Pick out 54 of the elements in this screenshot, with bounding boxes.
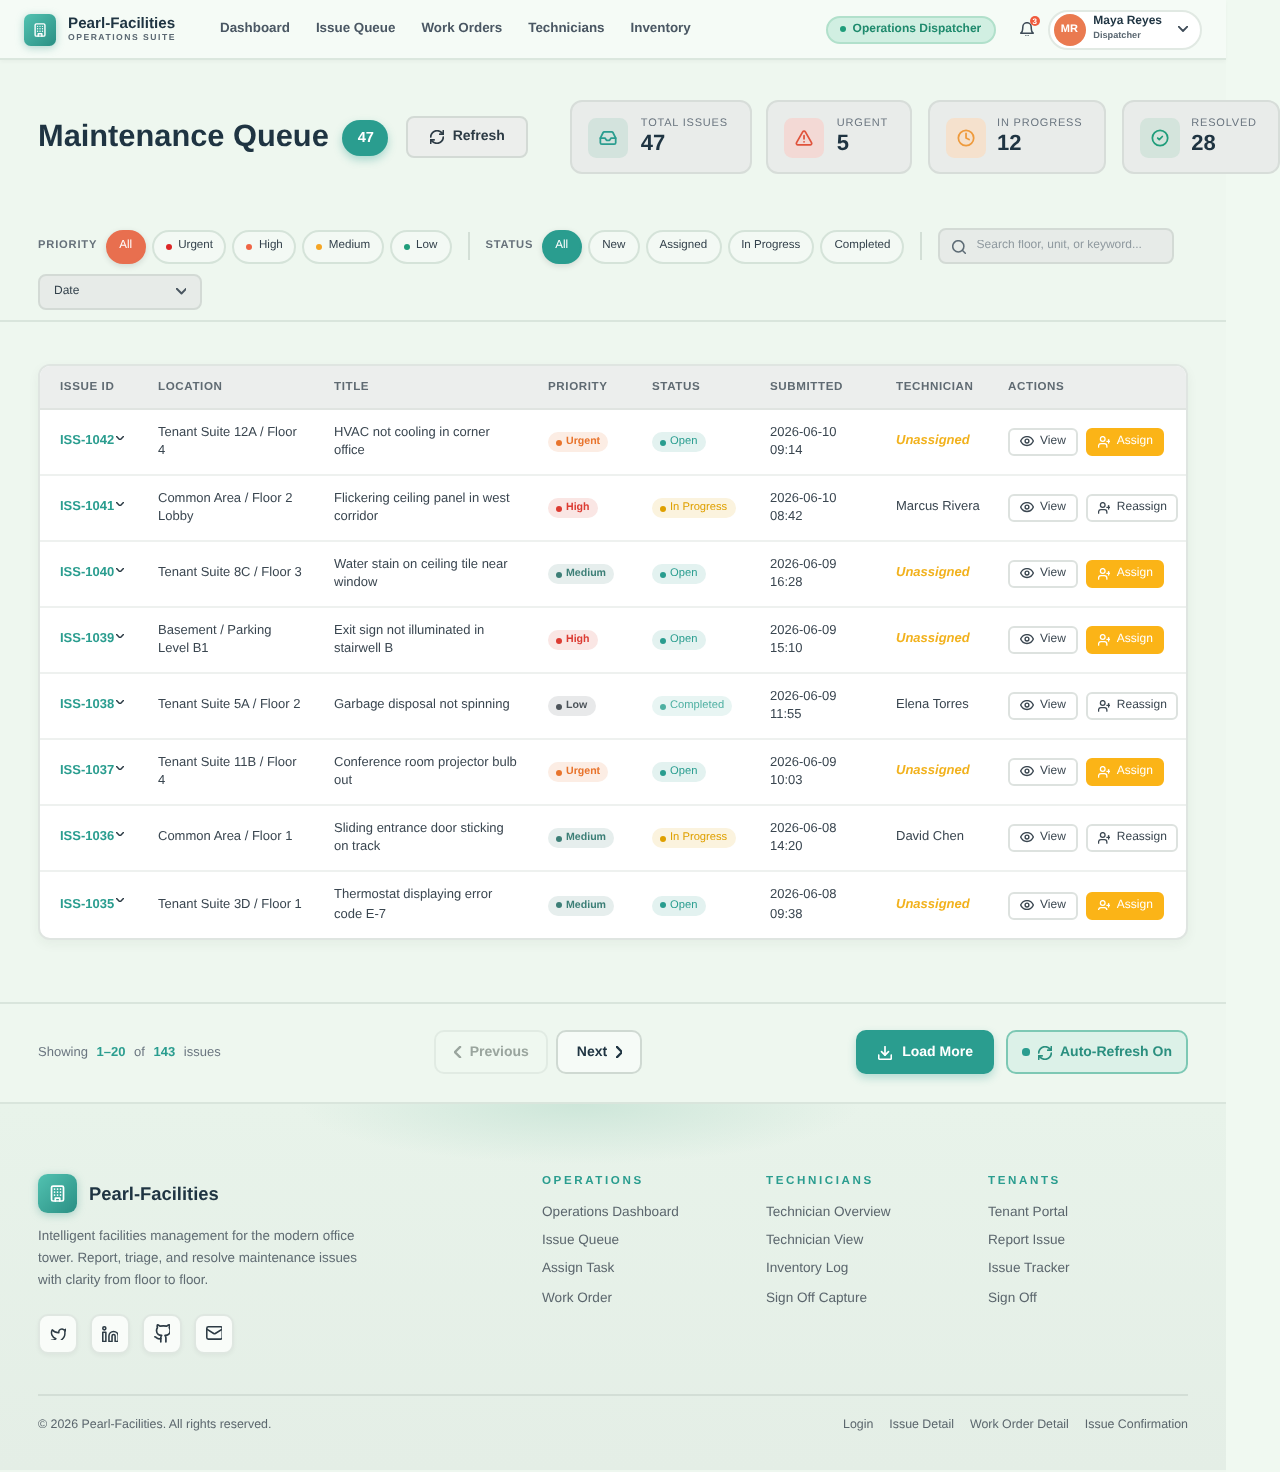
user-plus-icon: [1097, 568, 1111, 580]
caret-icon: [116, 765, 125, 770]
eye-icon: [1020, 766, 1034, 778]
social-link[interactable]: [90, 1313, 130, 1354]
user-plus-icon: [1097, 436, 1111, 448]
eye-icon: [1020, 436, 1034, 448]
social-link[interactable]: [38, 1313, 78, 1354]
cat-icon: [153, 1324, 171, 1344]
user-plus-icon: [1097, 899, 1111, 911]
caret-icon: [116, 435, 125, 440]
page-title: Maintenance Queue: [38, 119, 329, 155]
user-plus-icon: [1097, 634, 1111, 646]
caret-icon: [116, 501, 125, 506]
caret-icon: [116, 567, 125, 572]
envelope-icon: [205, 1326, 223, 1341]
eye-icon: [1020, 700, 1034, 712]
stat-value: 5: [836, 132, 852, 157]
dot-icon: [1022, 1048, 1030, 1056]
caret-icon: [116, 699, 125, 704]
user-plus-icon: [1097, 766, 1111, 778]
building-icon: [24, 13, 56, 45]
eye-icon: [1020, 568, 1034, 580]
eye-icon: [1020, 502, 1034, 514]
download-icon: [878, 1045, 893, 1059]
refresh-icon: [1037, 1045, 1052, 1059]
dot-icon: [840, 26, 847, 32]
chevron-right-icon: [615, 1045, 623, 1059]
footer-brand: Pearl-Facilities: [89, 1184, 219, 1204]
clock-icon: [945, 117, 986, 157]
in-logo-icon: [101, 1325, 119, 1342]
social-link[interactable]: [194, 1313, 234, 1354]
chevron-left-icon: [454, 1045, 462, 1059]
stat-value: 47: [640, 132, 668, 157]
caret-icon: [116, 831, 125, 836]
caret-icon: [175, 288, 186, 296]
eye-icon: [1020, 634, 1034, 646]
refresh-icon: [430, 130, 445, 144]
stat-value: 28: [1191, 132, 1218, 157]
bell-icon[interactable]: [1019, 21, 1034, 37]
inbox-icon: [588, 117, 629, 157]
social-link[interactable]: [142, 1313, 182, 1354]
bird-icon: [49, 1327, 67, 1341]
caret-icon: [116, 898, 125, 903]
caret-icon: [1178, 26, 1188, 32]
search-icon: [952, 239, 967, 253]
eye-icon: [1020, 899, 1034, 911]
user-plus-icon: [1097, 502, 1111, 514]
eye-icon: [1020, 832, 1034, 844]
stat-value: 12: [997, 132, 1024, 157]
warning-icon: [784, 117, 825, 157]
building-icon: [38, 1174, 77, 1214]
user-plus-icon: [1097, 700, 1111, 712]
user-plus-icon: [1097, 832, 1111, 844]
caret-icon: [116, 633, 125, 638]
